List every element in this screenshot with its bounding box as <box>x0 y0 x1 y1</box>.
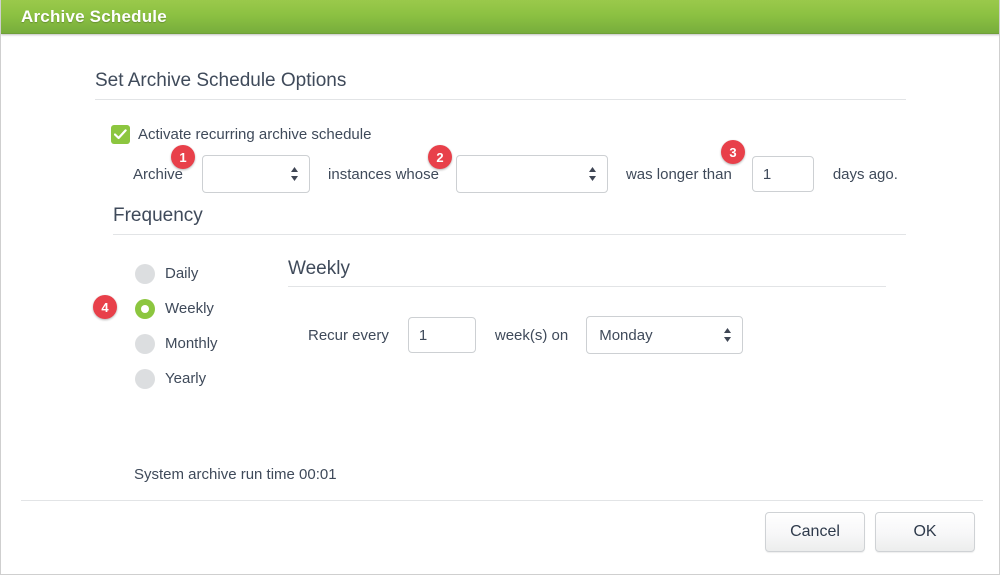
archive-days-input[interactable] <box>751 156 814 192</box>
recur-interval-input[interactable] <box>407 317 476 353</box>
dialog-titlebar: Archive Schedule <box>1 0 999 34</box>
recur-day-select-value: Monday <box>599 326 653 344</box>
frequency-section-divider <box>113 234 906 235</box>
cancel-button[interactable]: Cancel <box>765 512 865 552</box>
footer-button-group: Cancel OK <box>765 512 975 552</box>
radio-icon-monthly[interactable] <box>135 333 155 354</box>
system-run-time-text: System archive run time 00:01 <box>134 466 337 483</box>
archive-condition-label: was longer than <box>625 165 732 183</box>
badge-marker-3: 3 <box>721 140 745 164</box>
archive-rule-row: Archive instances whose was longer than … <box>133 154 898 194</box>
archive-schedule-dialog: Archive Schedule Set Archive Schedule Op… <box>0 0 1000 575</box>
checkmark-icon[interactable] <box>111 125 130 144</box>
archive-prefix-label: Archive <box>133 165 184 183</box>
frequency-option-daily[interactable]: Daily <box>135 256 218 291</box>
frequency-option-monthly[interactable]: Monthly <box>135 326 218 361</box>
recur-day-select[interactable]: Monday <box>586 316 744 354</box>
dialog-title: Archive Schedule <box>21 7 167 26</box>
frequency-label-daily: Daily <box>165 265 199 282</box>
frequency-option-yearly[interactable]: Yearly <box>135 361 218 396</box>
frequency-label-yearly: Yearly <box>165 370 207 387</box>
archive-type-select[interactable] <box>202 155 311 193</box>
chevron-updown-icon <box>291 167 299 181</box>
weekly-panel-title: Weekly <box>288 258 350 279</box>
frequency-option-weekly[interactable]: Weekly <box>135 291 218 326</box>
frequency-label-weekly: Weekly <box>165 300 214 317</box>
archive-suffix-label: days ago. <box>832 165 898 183</box>
archive-middle-label: instances whose <box>328 165 439 183</box>
radio-icon-weekly[interactable] <box>135 298 155 319</box>
options-section-title: Set Archive Schedule Options <box>95 70 347 91</box>
check-glyph <box>114 129 127 140</box>
badge-marker-4: 4 <box>93 295 117 319</box>
footer-divider <box>21 500 983 501</box>
radio-icon-yearly[interactable] <box>135 368 155 389</box>
weekly-recurrence-row: Recur every week(s) on Monday <box>308 315 744 355</box>
chevron-updown-icon <box>724 328 732 342</box>
frequency-label-monthly: Monthly <box>165 335 218 352</box>
recur-every-label: Recur every <box>308 326 389 344</box>
radio-icon-daily[interactable] <box>135 263 155 284</box>
recur-unit-label: week(s) on <box>494 326 569 344</box>
badge-marker-1: 1 <box>171 145 195 169</box>
weekly-panel-divider <box>288 286 886 287</box>
frequency-radio-group: Daily Weekly Monthly Yearly <box>135 256 218 396</box>
activate-schedule-label: Activate recurring archive schedule <box>138 126 372 143</box>
ok-button[interactable]: OK <box>875 512 975 552</box>
archive-field-select[interactable] <box>455 155 608 193</box>
activate-schedule-checkbox-row[interactable]: Activate recurring archive schedule <box>111 125 371 144</box>
frequency-section-title: Frequency <box>113 205 203 226</box>
dialog-body: Set Archive Schedule Options Activate re… <box>1 34 999 574</box>
chevron-updown-icon <box>588 167 596 181</box>
options-section-divider <box>95 99 906 100</box>
badge-marker-2: 2 <box>428 145 452 169</box>
